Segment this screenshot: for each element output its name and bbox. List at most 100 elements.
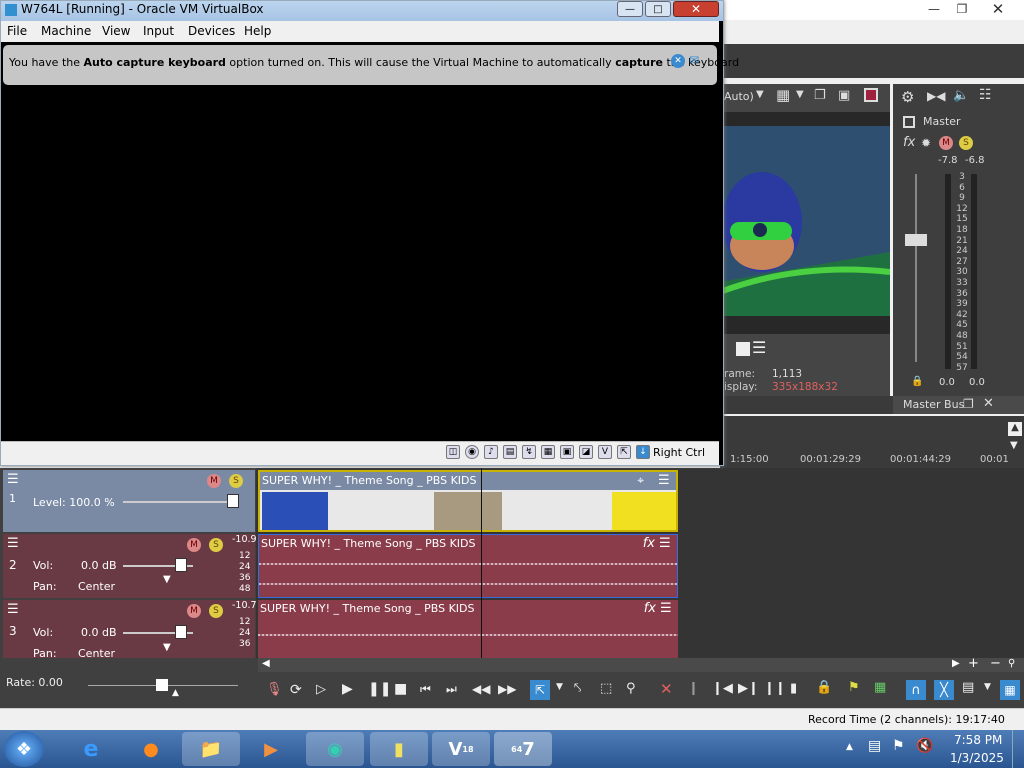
preview-quality[interactable]: Auto)	[724, 90, 754, 103]
pan-handle[interactable]: ▼	[163, 642, 171, 653]
selection-tool-icon[interactable]: ⬚	[600, 681, 612, 696]
clock-date[interactable]: 1/3/2025	[950, 751, 1004, 765]
record-icon[interactable]: 🎙	[266, 682, 283, 697]
mute-icon[interactable]: M	[939, 136, 953, 150]
region-icon[interactable]: ▦	[874, 680, 886, 695]
dropdown-icon[interactable]: ▼	[556, 682, 563, 692]
vm-display[interactable]	[1, 85, 719, 441]
host-key-icon[interactable]: ↓	[636, 445, 650, 459]
previous-frame-icon[interactable]: ◀◀	[472, 682, 490, 696]
fx-icon[interactable]: fx	[644, 601, 656, 616]
marker-icon[interactable]: ⚑	[848, 680, 860, 695]
pause-icon[interactable]: ❚❚	[368, 681, 391, 697]
normal-edit-tool-icon[interactable]: ⇱	[530, 680, 550, 700]
firefox-icon[interactable]: ●	[122, 732, 180, 766]
fx-chain-icon[interactable]: ✹	[921, 136, 931, 150]
gear-icon[interactable]: ⚙	[901, 88, 914, 106]
close-notice-icon[interactable]: ✕	[671, 54, 685, 68]
hard-disk-icon[interactable]: ◫	[446, 445, 460, 459]
close-icon[interactable]: ✕	[983, 396, 994, 411]
virtualization-icon[interactable]: V	[598, 445, 612, 459]
track-2-header[interactable]: ☰ 2 M S -10.9 Vol: 0.0 dB Pan: Center ▼ …	[3, 534, 257, 598]
lock-envelopes-icon[interactable]: ▦	[1000, 680, 1020, 700]
menu-icon[interactable]: ☰	[658, 474, 672, 487]
close-icon[interactable]: ✕	[984, 0, 1012, 18]
ripple-edit-icon[interactable]: ▤	[962, 680, 974, 695]
save-snapshot-icon[interactable]: ▣	[838, 88, 850, 103]
virtualbox-icon[interactable]: ◉	[306, 732, 364, 766]
zoom-in-icon[interactable]: +	[968, 656, 979, 671]
minimize-icon[interactable]: —	[920, 0, 948, 18]
volume-slider-handle[interactable]	[175, 625, 187, 639]
menu-icon[interactable]: ☰	[7, 603, 21, 616]
copy-frame-icon[interactable]: ❐	[814, 88, 826, 103]
menu-icon[interactable]: ☰	[752, 338, 766, 357]
restore-icon[interactable]: ❐	[948, 0, 976, 18]
close-icon[interactable]: ✕	[673, 1, 719, 17]
split-screen-icon[interactable]	[736, 342, 750, 356]
speaker-icon[interactable]: 🔈	[953, 88, 969, 103]
delete-icon[interactable]: ✕	[660, 680, 673, 698]
go-to-start-icon[interactable]: ⏮	[420, 682, 431, 697]
solo-icon[interactable]: S	[209, 538, 223, 552]
volume-muted-icon[interactable]: 🔇	[916, 738, 933, 754]
menu-icon[interactable]: ☰	[7, 537, 21, 550]
solo-icon[interactable]: S	[959, 136, 973, 150]
play-from-start-icon[interactable]: ▷	[316, 682, 326, 697]
show-hidden-icons[interactable]: ▲	[846, 742, 853, 752]
menu-icon[interactable]: ☰	[660, 602, 674, 615]
action-center-icon[interactable]: ⚑	[892, 738, 905, 754]
menu-view[interactable]: View	[102, 24, 130, 38]
playhead-cursor[interactable]	[481, 468, 482, 658]
mute-icon[interactable]: M	[207, 474, 221, 488]
snapping-icon[interactable]: ∩	[906, 680, 926, 700]
menu-devices[interactable]: Devices	[188, 24, 235, 38]
fx-icon[interactable]: fx	[643, 536, 655, 551]
menu-help[interactable]: Help	[244, 24, 271, 38]
explorer-icon[interactable]: 📁	[182, 732, 240, 766]
scroll-right-icon[interactable]: ▶	[952, 658, 960, 669]
trim-icon[interactable]: ❙	[688, 681, 699, 696]
solo-icon[interactable]: S	[229, 474, 243, 488]
master-fader-handle[interactable]	[905, 234, 927, 246]
play-icon[interactable]: ▶	[342, 681, 353, 697]
zoom-out-icon[interactable]: −	[990, 656, 1001, 671]
split-clip-icon[interactable]: ▮	[790, 681, 797, 696]
auto-crossfade-icon[interactable]: ╳	[934, 680, 954, 700]
audio-icon[interactable]: ♪	[484, 445, 498, 459]
pan-handle[interactable]: ▼	[163, 574, 171, 585]
dont-show-again-icon[interactable]: ✉	[689, 53, 699, 67]
external-monitor-icon[interactable]	[864, 88, 878, 102]
notes-icon[interactable]: ▮	[370, 732, 428, 766]
mute-icon[interactable]: M	[187, 538, 201, 552]
vegas-pro-icon[interactable]: V 18	[432, 732, 490, 766]
dropdown-icon[interactable]: ▼	[984, 682, 991, 692]
usb-icon[interactable]: ↯	[522, 445, 536, 459]
crop-icon[interactable]: ⌖	[637, 473, 644, 488]
rate-slider-handle[interactable]	[156, 679, 168, 691]
maximize-icon[interactable]: □	[645, 1, 671, 17]
volume-slider-handle[interactable]	[175, 558, 187, 572]
minimize-icon[interactable]: —	[617, 1, 643, 17]
audio-clip[interactable]: SUPER WHY! _ Theme Song _ PBS KIDS fx ☰	[258, 600, 678, 658]
mute-icon[interactable]: M	[187, 604, 201, 618]
trim-end-icon[interactable]: ▶❙	[738, 681, 759, 696]
network-icon[interactable]: ▤	[503, 445, 517, 459]
clock-time[interactable]: 7:58 PM	[954, 733, 1002, 747]
mouse-integration-icon[interactable]: ⇱	[617, 445, 631, 459]
network-icon[interactable]: ▤	[868, 738, 881, 754]
menu-machine[interactable]: Machine	[41, 24, 91, 38]
menu-icon[interactable]: ☰	[7, 473, 21, 486]
track-3-header[interactable]: ☰ 3 M S -10.7 Vol: 0.0 dB Pan: Center ▼ …	[3, 600, 257, 660]
chevron-down-icon[interactable]: ▼	[1010, 440, 1018, 451]
loop-icon[interactable]: ⟳	[290, 682, 302, 698]
internet-explorer-icon[interactable]: e	[62, 732, 120, 766]
downmix-icon[interactable]: ▶◀	[927, 89, 945, 103]
mixer-icon[interactable]: ☷	[979, 87, 992, 103]
next-frame-icon[interactable]: ▶▶	[498, 682, 516, 696]
split-icon[interactable]: ❙❙	[764, 681, 786, 696]
show-desktop-button[interactable]	[1012, 730, 1024, 768]
lock-icon[interactable]: 🔒	[816, 680, 832, 695]
windows7-vm-icon[interactable]: 64 7	[494, 732, 552, 766]
menu-input[interactable]: Input	[143, 24, 174, 38]
